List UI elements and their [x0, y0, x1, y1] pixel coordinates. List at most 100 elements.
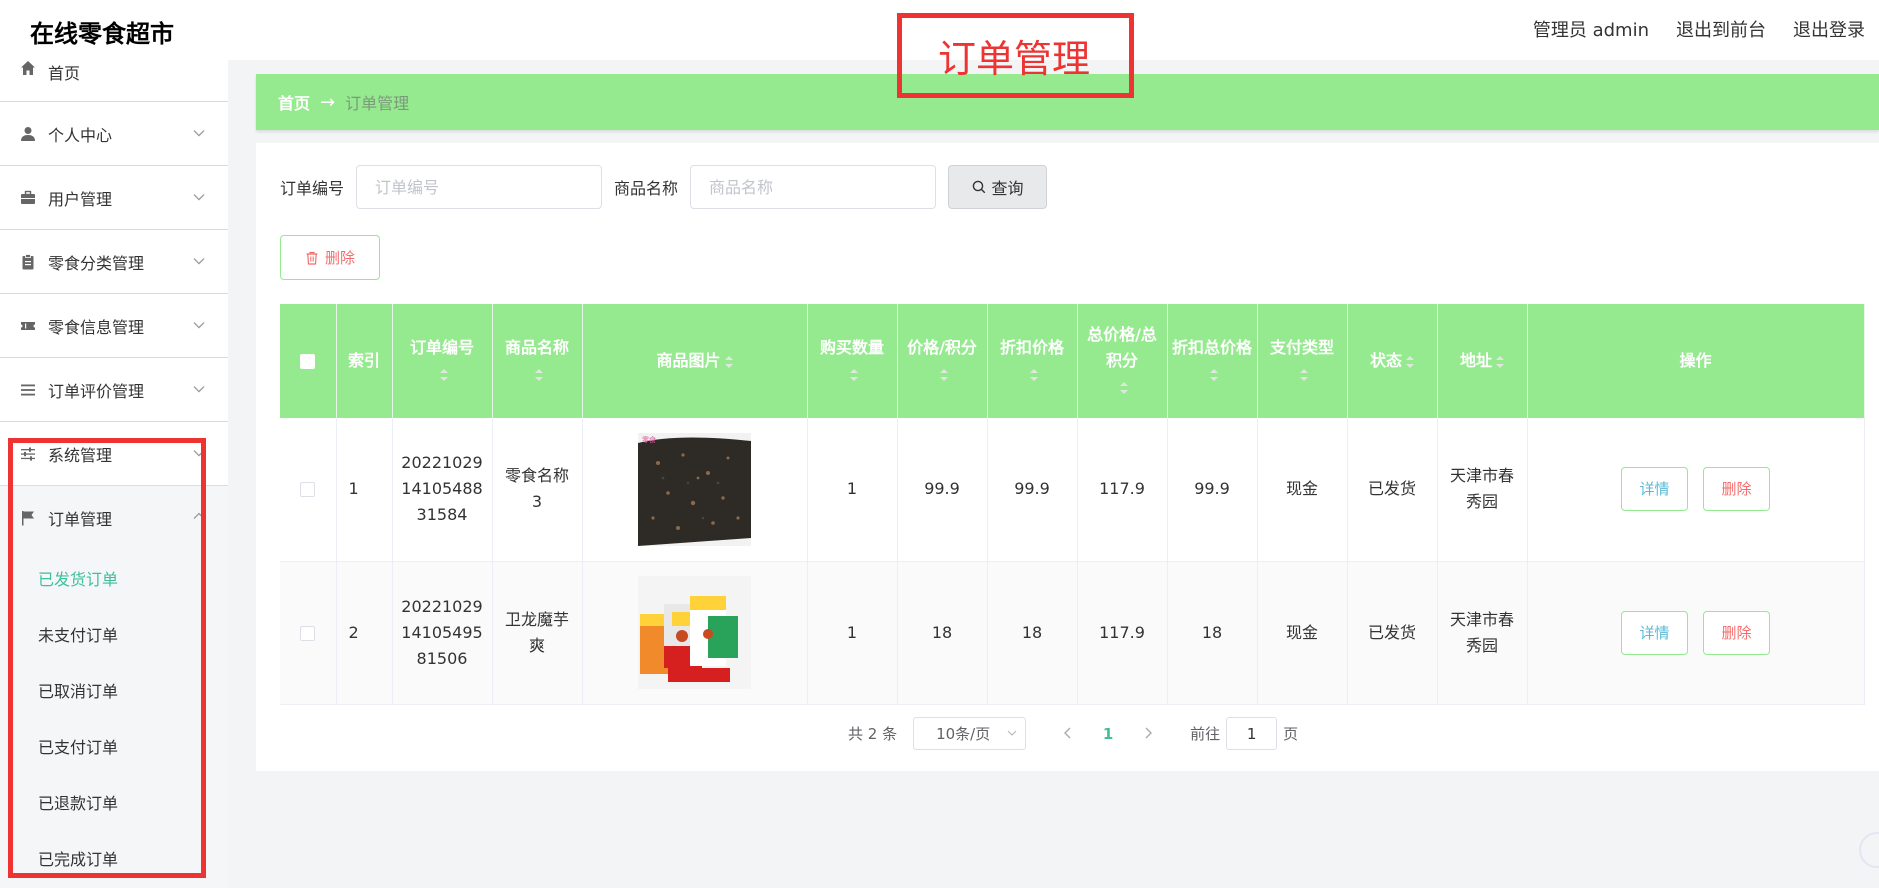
sidebar-item-order-review[interactable]: 订单评价管理: [0, 358, 228, 422]
chevron-down-icon: [193, 385, 205, 393]
cell-discount-price: 99.9: [987, 418, 1078, 562]
sidebar-subitem-completed-orders[interactable]: 已完成订单: [0, 830, 228, 886]
sort-icon[interactable]: [535, 368, 543, 382]
cell-address: 天津市春 秀园: [1437, 418, 1528, 562]
header-discount-price[interactable]: 折扣价格: [987, 304, 1078, 418]
sort-icon[interactable]: [440, 368, 448, 382]
cell-total-price: 117.9: [1077, 418, 1168, 562]
header-discount-total[interactable]: 折扣总价格: [1167, 304, 1258, 418]
chevron-down-icon: [193, 321, 205, 329]
sort-icon[interactable]: [1406, 355, 1414, 369]
sidebar-subitem-shipped-orders[interactable]: 已发货订单: [0, 550, 228, 606]
chevron-down-icon: [193, 257, 205, 265]
sidebar-item-label: 系统管理: [48, 445, 113, 465]
sidebar-item-snack-category[interactable]: 零食分类管理: [0, 230, 228, 294]
sidebar-subitem-paid-orders[interactable]: 已支付订单: [0, 718, 228, 774]
delete-row-button[interactable]: 删除: [1703, 610, 1771, 655]
cell-discount-total: 18: [1167, 561, 1258, 705]
page-number-current[interactable]: 1: [1088, 725, 1128, 743]
row-checkbox[interactable]: [300, 625, 316, 641]
sort-icon[interactable]: [1120, 381, 1128, 395]
sort-icon[interactable]: [1030, 368, 1038, 382]
header-product-image[interactable]: 商品图片: [582, 304, 808, 418]
product-name-input[interactable]: [690, 165, 937, 209]
search-icon: [972, 180, 985, 194]
header-actions: 操作: [1527, 304, 1865, 418]
cell-product-name: 卫龙魔芋爽: [492, 561, 583, 705]
list-icon: [20, 382, 36, 398]
sort-icon[interactable]: [1496, 355, 1504, 369]
goto-page-input[interactable]: [1226, 717, 1278, 750]
chevron-down-icon: [193, 449, 205, 457]
sidebar-item-label: 个人中心: [48, 125, 113, 145]
header-payment-type[interactable]: 支付类型: [1257, 304, 1348, 418]
exit-to-front-link[interactable]: 退出到前台: [1676, 16, 1766, 42]
header-total-price[interactable]: 总价格/总积分: [1077, 304, 1168, 418]
sidebar-item-label: 零食分类管理: [48, 253, 145, 273]
order-no-label: 订单编号: [280, 179, 345, 198]
sort-icon[interactable]: [1300, 368, 1308, 382]
header-price[interactable]: 价格/积分: [897, 304, 988, 418]
goto-suffix: 页: [1283, 725, 1299, 743]
orders-table: 索引 订单编号 商品名称 商品图片 购买数量 价格/积分 折扣价格 总价格/总积…: [280, 304, 1865, 705]
breadcrumb-home[interactable]: 首页: [278, 90, 310, 114]
row-checkbox[interactable]: [300, 482, 316, 498]
header-status[interactable]: 状态: [1347, 304, 1438, 418]
chevron-down-icon: [193, 129, 205, 137]
prev-page-button[interactable]: [1048, 724, 1088, 743]
header-order-no[interactable]: 订单编号: [392, 304, 493, 418]
order-no-input[interactable]: [356, 165, 603, 209]
product-image-black-sesame[interactable]: 零食: [638, 432, 751, 546]
cell-payment-type: 现金: [1257, 418, 1348, 562]
sidebar-subitem-refunded-orders[interactable]: 已退款订单: [0, 774, 228, 830]
sort-icon[interactable]: [724, 355, 733, 369]
pagination: 共 2 条 10条/页 1 前往 页: [848, 717, 1298, 750]
logout-link[interactable]: 退出登录: [1793, 16, 1865, 42]
batch-delete-label: 删除: [324, 249, 355, 267]
home-icon: [20, 60, 36, 76]
cell-actions: 详情 删除: [1527, 418, 1865, 562]
select-all-checkbox[interactable]: [300, 354, 316, 369]
cell-quantity: 1: [807, 418, 898, 562]
title-annotation-box: 订单管理: [897, 13, 1134, 98]
header-quantity[interactable]: 购买数量: [807, 304, 898, 418]
delete-row-button[interactable]: 删除: [1703, 467, 1771, 512]
cell-address: 天津市春 秀园: [1437, 561, 1528, 705]
sort-icon[interactable]: [940, 368, 948, 382]
query-button[interactable]: 查询: [948, 165, 1048, 209]
sidebar-group-order-management: 订单管理 已发货订单 未支付订单 已取消订单 已支付订单 已退款订单 已完成订单: [0, 486, 228, 886]
detail-button[interactable]: 详情: [1620, 467, 1688, 512]
header-address[interactable]: 地址: [1437, 304, 1528, 418]
annotation-title: 订单管理: [938, 37, 1091, 81]
sidebar-item-order-management[interactable]: 订单管理: [0, 486, 228, 550]
sliders-icon: [20, 446, 36, 462]
chevron-down-icon: [1007, 730, 1017, 736]
cell-product-name: 零食名称 3: [492, 418, 583, 562]
page-size-value: 10条/页: [936, 725, 991, 743]
trash-icon: [306, 251, 318, 265]
batch-delete-button[interactable]: 删除: [280, 235, 380, 280]
sidebar-item-user-management[interactable]: 用户管理: [0, 166, 228, 230]
sidebar-subitem-cancelled-orders[interactable]: 已取消订单: [0, 662, 228, 718]
next-page-button[interactable]: [1128, 724, 1168, 743]
page-size-select[interactable]: 10条/页: [913, 717, 1027, 750]
sort-icon[interactable]: [1210, 368, 1218, 382]
breadcrumb-arrow: →: [320, 91, 336, 113]
detail-button[interactable]: 详情: [1620, 610, 1688, 655]
sidebar-item-label: 首页: [48, 64, 81, 83]
table-row: 2 20221029 14105495 81506 卫龙魔芋爽 1 18 18 …: [280, 561, 1865, 705]
sidebar-item-system[interactable]: 系统管理: [0, 422, 228, 486]
sidebar-subitem-unpaid-orders[interactable]: 未支付订单: [0, 606, 228, 662]
content-card: 订单编号 商品名称 查询 删除 索引 订单编号 商品名称 商品图片 购买数量: [256, 143, 1879, 771]
sidebar-item-personal-center[interactable]: 个人中心: [0, 102, 228, 166]
sidebar-item-snack-info[interactable]: 零食信息管理: [0, 294, 228, 358]
admin-user-label[interactable]: 管理员 admin: [1533, 16, 1649, 42]
app-title: 在线零食超市: [30, 20, 174, 48]
header-product-name[interactable]: 商品名称: [492, 304, 583, 418]
sort-icon[interactable]: [850, 368, 858, 382]
header-links: 管理员 admin 退出到前台 退出登录: [1533, 16, 1865, 42]
product-image-konjac-snack[interactable]: [638, 576, 751, 689]
sidebar-item-home[interactable]: 首页: [0, 50, 228, 102]
goto-page: 前往 页: [1190, 717, 1298, 750]
cell-status: 已发货: [1347, 418, 1438, 562]
